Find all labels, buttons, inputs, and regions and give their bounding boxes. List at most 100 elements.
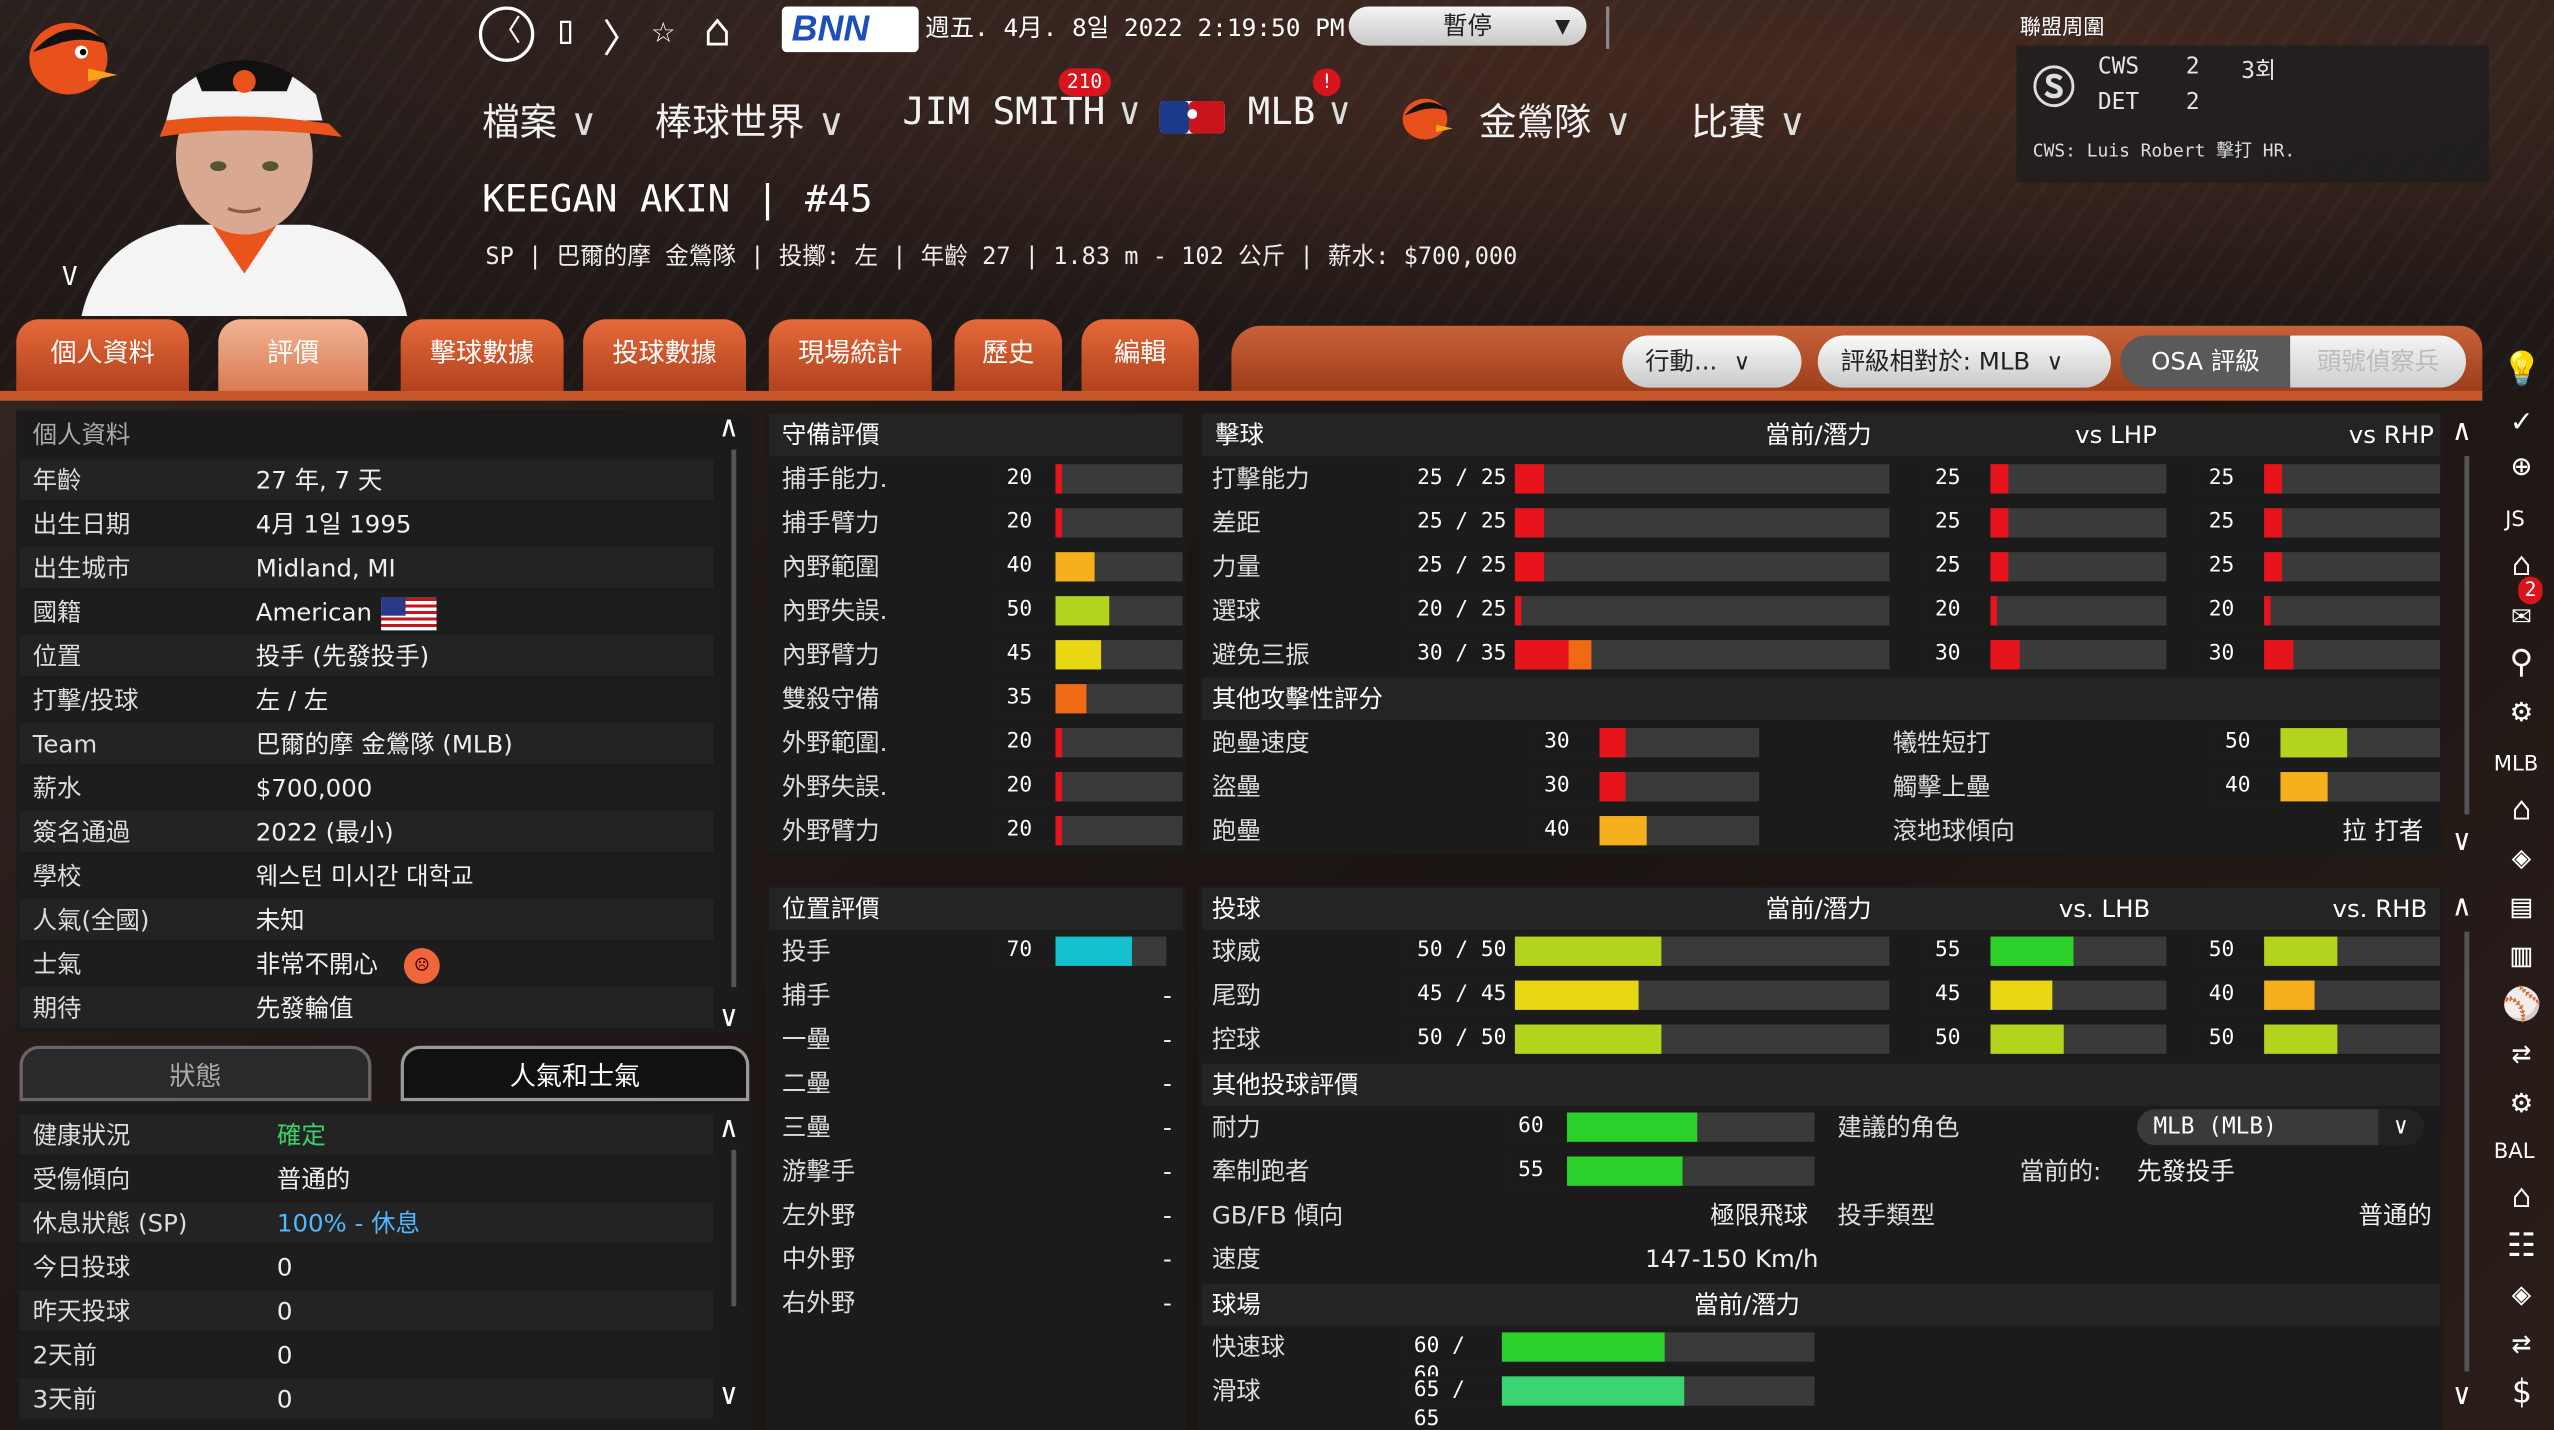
action-dropdown[interactable]: 行動... ∨ [1622,335,1802,388]
roster-icon[interactable]: ☷ [2502,1225,2541,1264]
pitching-scrollbar[interactable] [2464,931,2470,1372]
head-scout-option[interactable]: 頭號偵察兵 [2290,335,2467,388]
batting-label: 打擊能力 [1211,464,1310,494]
batting-col-vs-lhp: vs LHP [2075,420,2157,450]
back-button[interactable]: 〈 [478,6,535,62]
batting-vs-rhp-bar: 20 [2198,596,2440,626]
separator: | [756,179,779,222]
game-datetime: 週五. 4月. 8일 2022 2:19:50 PM [925,13,1345,43]
personal-label: 國籍 [32,597,82,628]
osa-rating-option[interactable]: OSA 評級 [2120,335,2291,388]
team-home-icon[interactable]: ⌂ [2502,1176,2541,1215]
status-value: 0 [276,1252,293,1282]
bnn-logo[interactable]: BNN [781,6,919,53]
position-label: 游擊手 [781,1156,856,1186]
offense-right-label: 犧牲短打 [1892,728,1991,758]
batting-label: 選球 [1211,596,1261,626]
status-value: 100% - 休息 [276,1208,420,1238]
transactions-icon[interactable]: ⇄ [2502,1033,2541,1072]
pitching-bar: 50 / 50 [1407,1024,1890,1054]
batting-scroll-down[interactable]: ∨ [2453,824,2471,858]
pitches-col-current: 當前/潛力 [1693,1290,1800,1320]
divider [1606,6,1610,49]
tab-personal[interactable]: 個人資料 [16,319,189,395]
tab-history[interactable]: 歷史 [954,319,1062,395]
scout-toggle[interactable]: OSA 評級 頭號偵察兵 [2120,335,2467,388]
tab-status[interactable]: 狀態 [19,1045,372,1102]
checkmark-icon[interactable]: ✓ [2502,401,2541,440]
status-scroll-down[interactable]: ∨ [720,1378,738,1412]
gear-icon[interactable]: ⚙ [2502,691,2541,730]
status-label: 受傷傾向 [32,1164,131,1194]
menu-game[interactable]: 比賽 ∨ [1691,91,1806,146]
home-icon[interactable]: ⌂ [704,3,731,57]
personal-scroll-down[interactable]: ∨ [720,1000,738,1034]
batting-vs-lhp-bar: 30 [1925,640,2167,670]
search-icon[interactable]: ⚲ [2502,642,2541,681]
menu-file-label: 檔案 [482,102,558,145]
position-label: 右外野 [781,1288,856,1318]
mlb-home-icon[interactable]: ⌂ [2502,788,2541,827]
personal-scrollbar[interactable] [731,449,737,988]
pitching-scroll-down[interactable]: ∨ [2453,1378,2471,1412]
batting-scroll-up[interactable]: ∧ [2453,414,2471,448]
stamina-bar-value: 60 [1508,1112,1567,1142]
stats-chart-icon[interactable]: ▥ [2502,935,2541,974]
defense-bar-value: 45 [996,640,1056,670]
tab-popularity-morale[interactable]: 人氣和士氣 [400,1045,750,1102]
defense-label: 雙殺守備 [781,684,880,714]
defense-bar: 50 [996,596,1183,626]
defense-bar-value: 50 [996,596,1056,626]
forward-button[interactable]: 〉 [603,7,642,64]
offense-bar: 30 [1534,772,1760,802]
menu-manager[interactable]: JIM SMITH ∨ [902,91,1141,133]
tab-batting-stats[interactable]: 擊球數據 [400,319,564,395]
suggested-role-label: 建議的角色 [1837,1112,1960,1142]
diamond-icon[interactable]: ◈ [2502,837,2541,876]
batting-bar-value: 25 / 25 [1407,552,1515,582]
phone-icon[interactable]: ▯ [554,7,578,53]
status-scrollbar[interactable] [731,1149,737,1307]
tab-ratings[interactable]: 評價 [218,319,369,395]
news-icon[interactable]: ▤ [2502,886,2541,925]
status-row [19,1377,714,1419]
finance-icon[interactable]: $ [2502,1371,2541,1410]
tab-field-stats[interactable]: 現場統計 [768,319,932,395]
offense-label: 跑壘速度 [1211,728,1310,758]
pitching-scroll-up[interactable]: ∧ [2453,889,2471,923]
lightbulb-icon[interactable]: 💡 [2502,349,2543,388]
chevron-down-icon: ∨ [2046,350,2064,377]
suggested-role-dropdown[interactable]: MLB (MLB) ∨ [2137,1109,2424,1146]
star-icon[interactable]: ☆ [652,7,676,53]
tab-pitching-stats[interactable]: 投球數據 [583,319,747,395]
rating-relative-dropdown[interactable]: 評級相對於: MLB ∨ [1817,335,2111,388]
batting-bar-fill [1514,640,1569,670]
pitching-col-vs-lhb: vs. LHB [2058,894,2151,924]
offense-bar-value: 30 [1534,772,1600,802]
offense-bar-value: 40 [1534,816,1600,846]
defense-bar-value: 20 [996,772,1056,802]
sidebar-bal-label: BAL [2493,1140,2535,1165]
globe-icon[interactable]: ⊕ [2502,446,2541,485]
batting-scrollbar[interactable] [2464,456,2470,815]
personal-value: 先發輪值 [255,993,354,1023]
pause-button[interactable]: 暫停 ▼ [1348,6,1587,46]
menu-file[interactable]: 檔案 ∨ [482,91,597,146]
baseball-icon[interactable]: ⚾ [2502,984,2543,1023]
defense-bar: 20 [996,816,1183,846]
player-expand-toggle[interactable]: V [62,261,78,292]
position-label: 三壘 [781,1112,831,1142]
field-icon[interactable]: ◈ [2502,1274,2541,1313]
league-scoreboard[interactable]: Ⓢ CWS 2 3회 DET 2 CWS: Luis Robert 擊打 HR. [2016,45,2489,183]
trade-icon[interactable]: ⇄ [2502,1323,2541,1362]
personal-scroll-up[interactable]: ∧ [720,410,738,444]
menu-baseball-world[interactable]: 棒球世界 ∨ [655,91,845,146]
team2-score: 2 [2185,89,2200,116]
defense-bar: 20 [996,772,1183,802]
league-settings-icon[interactable]: ⚙ [2502,1082,2541,1121]
tab-edit[interactable]: 編輯 [1081,319,1199,395]
status-value: 0 [276,1340,293,1370]
menu-team[interactable]: 金鶯隊 ∨ [1479,91,1632,146]
status-scroll-up[interactable]: ∧ [720,1111,738,1145]
menu-mlb[interactable]: MLB ∨ [1248,91,1351,133]
